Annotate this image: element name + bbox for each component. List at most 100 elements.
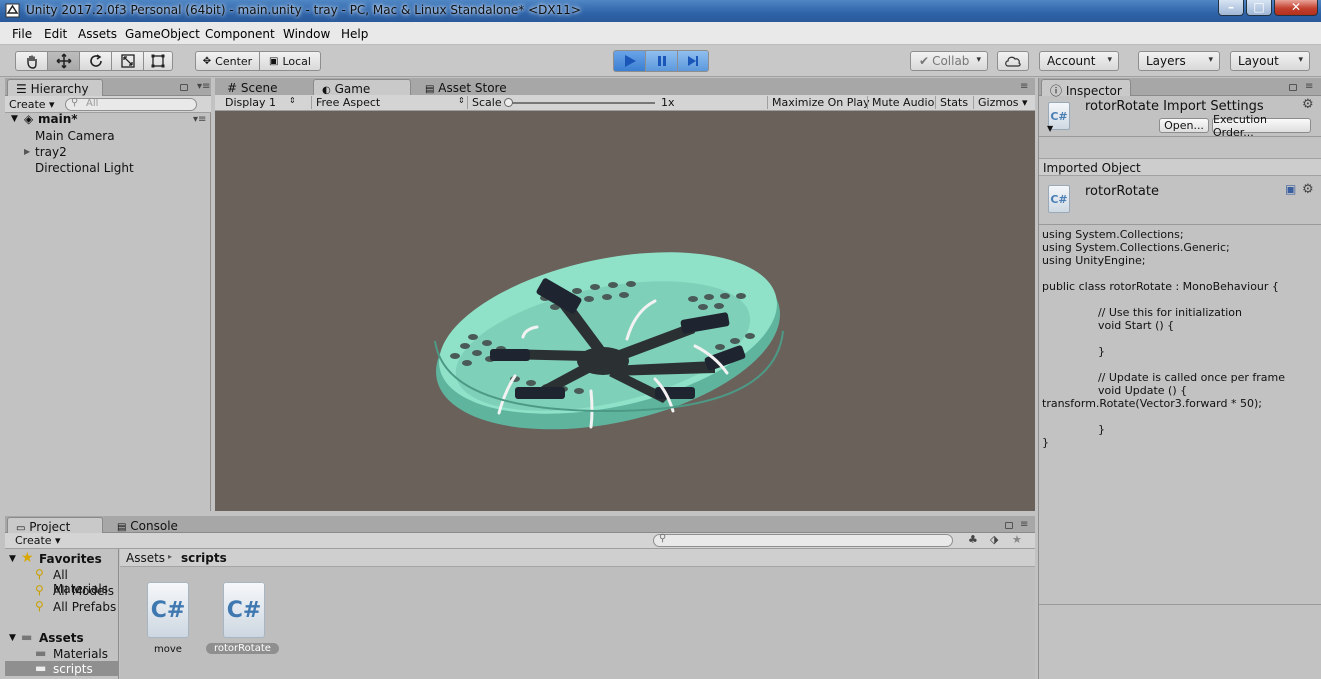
folder-scripts-selected[interactable]: ▬ scripts [5,661,119,676]
tab-console[interactable]: ▤ Console [109,517,189,534]
play-icon [624,55,636,67]
hierarchy-panel: ☰ Hierarchy ▾≡ Create ▾ ⚲ All ▼ ◈ main* … [5,78,211,511]
help-book-icon[interactable]: ▣ [1285,182,1296,196]
game-view-toolbar: Display 1 ⇕ Free Aspect ⇕ Scale 1x Maximiz… [215,95,1035,111]
account-dropdown[interactable]: Account [1039,51,1119,71]
pivot-local-button[interactable]: ▣ Local [259,51,321,71]
game-view[interactable] [215,111,1035,511]
collab-dropdown[interactable]: ✔ Collab [910,51,988,71]
tray2-expand-icon[interactable]: ▶ [24,147,30,156]
asset-gear-icon[interactable]: ⚙ [1302,182,1314,197]
play-button[interactable] [613,50,645,72]
hierarchy-item-tray2[interactable]: tray2 [35,145,67,159]
foldout-icon[interactable]: ▼ [1047,124,1053,133]
scene-menu-icon[interactable]: ▾≡ [193,114,206,125]
menu-component[interactable]: Component [205,27,275,41]
tab-scene[interactable]: # Scene [219,79,309,96]
space-label: Local [282,54,311,68]
maximize-on-play-toggle[interactable]: Maximize On Play [767,96,870,109]
hand-tool-button[interactable] [15,51,47,71]
assets-root-folder[interactable]: Assets [39,631,84,645]
menu-gameobject[interactable]: GameObject [125,27,200,41]
filter-by-label-icon[interactable]: ⬗ [990,533,998,546]
filter-by-type-icon[interactable]: ♣ [968,533,978,546]
menu-file[interactable]: File [12,27,32,41]
project-search-input[interactable]: ⚲ [653,533,953,547]
scene-tab-label: Scene [240,81,278,95]
favorite-star-icon[interactable]: ★ [1012,533,1022,546]
center-menu-icon[interactable]: ≡ [1020,81,1028,92]
project-lock-icon[interactable] [1005,522,1013,529]
folder-icon: ▬ [35,661,47,675]
project-folder-tree: ▼ ★ Favorites ⚲ All Materials ⚲ All Mode… [5,549,119,679]
grid-icon: # [227,81,238,95]
favorites-label[interactable]: Favorites [39,552,102,566]
tab-inspector[interactable]: ⓘ Inspector [1041,79,1131,98]
project-tab-label: Project [29,520,71,534]
breadcrumb-assets[interactable]: Assets [126,551,165,565]
tab-game[interactable]: ◐ Game [313,79,411,96]
maximize-button[interactable]: □ [1246,0,1272,16]
csharp-script-icon[interactable]: C# [223,582,265,638]
panel-menu-icon[interactable]: ▾≡ [197,81,210,92]
hierarchy-item-directional-light[interactable]: Directional Light [35,161,134,175]
asset-rotorrotate-selected[interactable]: rotorRotate [206,643,279,654]
step-button[interactable] [677,50,709,72]
game-tab-label: Game [334,82,371,96]
project-menu-icon[interactable]: ≡ [1020,519,1028,530]
menu-help[interactable]: Help [341,27,368,41]
asset-move[interactable]: move [154,644,182,655]
scene-name[interactable]: main* [38,112,78,126]
hierarchy-item-main-camera[interactable]: Main Camera [35,129,115,143]
assets-expand-icon[interactable]: ▼ [9,633,16,643]
layers-dropdown[interactable]: Layers [1138,51,1220,71]
layout-dropdown[interactable]: Layout [1230,51,1310,71]
store-icon: ▤ [425,84,435,95]
tab-hierarchy[interactable]: ☰ Hierarchy [7,79,103,96]
settings-gear-icon[interactable]: ⚙ [1302,97,1314,112]
gizmos-dropdown[interactable]: Gizmos ▾ [973,96,1028,109]
cloud-button[interactable] [997,51,1029,71]
favorite-all-prefabs[interactable]: All Prefabs [53,600,116,614]
window-title-bar: Unity 2017.2.0f3 Personal (64bit) - main… [0,0,1321,22]
display-label: Display 1 [225,96,277,109]
stats-toggle[interactable]: Stats [935,96,968,109]
execution-order-button[interactable]: Execution Order... [1212,113,1311,139]
tab-asset-store[interactable]: ▤ Asset Store [417,79,527,96]
move-tool-button[interactable] [47,51,79,71]
scale-tool-button[interactable] [111,51,143,71]
hierarchy-tabstrip: ☰ Hierarchy ▾≡ [5,78,211,96]
project-search-icon: ⚲ [659,533,667,544]
menu-window[interactable]: Window [283,27,330,41]
favorites-expand-icon[interactable]: ▼ [9,554,16,564]
pivot-center-button[interactable]: ✥ Center [195,51,259,71]
scale-slider-track[interactable] [507,102,655,104]
menu-assets[interactable]: Assets [78,27,117,41]
hierarchy-create-button[interactable]: Create ▾ [9,98,55,111]
pivot-controls: ✥ Center ▣ Local [195,51,321,71]
inspector-menu-icon[interactable]: ≡ [1305,81,1313,92]
hierarchy-search-input[interactable]: ⚲ All [65,97,197,111]
tab-project[interactable]: ▭ Project [7,517,103,534]
lock-icon[interactable] [180,84,188,91]
menu-edit[interactable]: Edit [44,27,67,41]
rotate-tool-button[interactable] [79,51,111,71]
close-window-button[interactable]: ✕ [1274,0,1318,16]
inspector-lock-icon[interactable] [1289,84,1297,91]
open-button[interactable]: Open... [1159,118,1209,133]
rect-tool-button[interactable] [143,51,173,71]
project-create-button[interactable]: Create ▾ [15,534,61,547]
minimize-button[interactable]: – [1218,0,1244,16]
csharp-script-icon[interactable]: C# [147,582,189,638]
aspect-dropdown[interactable]: Free Aspect ⇕ [311,96,465,109]
folder-scripts[interactable]: scripts [53,662,93,676]
scene-expand-icon[interactable]: ▼ [11,114,18,124]
favorite-all-models[interactable]: All Models [53,584,114,598]
scale-slider-thumb[interactable] [504,98,513,107]
breadcrumb-scripts[interactable]: scripts [181,551,227,565]
asset-name: rotorRotate [1085,184,1159,199]
display-dropdown[interactable]: Display 1 ⇕ [225,96,296,109]
pause-button[interactable] [645,50,677,72]
folder-materials[interactable]: Materials [53,647,108,661]
mute-audio-toggle[interactable]: Mute Audio [867,96,934,109]
